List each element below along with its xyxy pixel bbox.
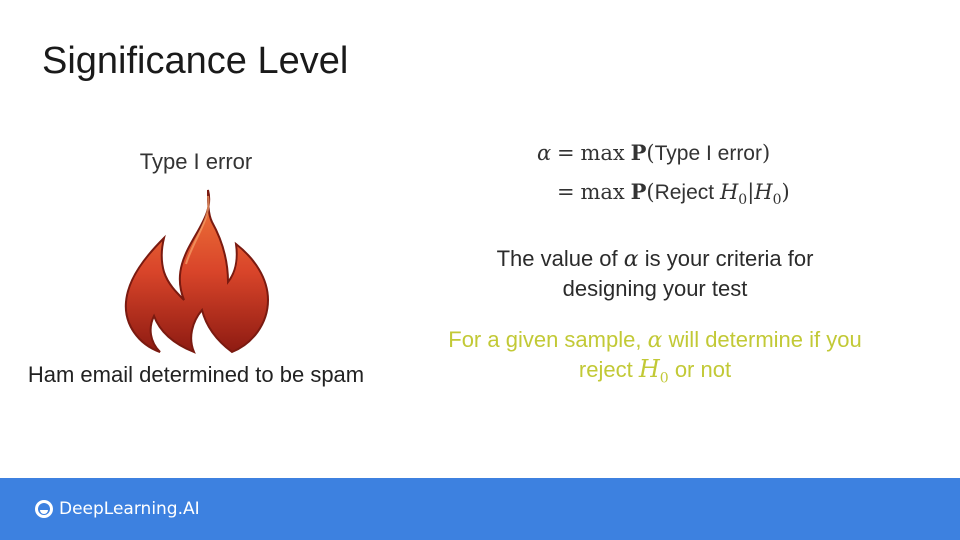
criteria-text: The value of α is your criteria for desi… — [420, 244, 890, 303]
hypothesis-subscript: 0 — [772, 192, 782, 209]
hypothesis-symbol: H — [719, 180, 739, 204]
hypothesis-symbol: H — [638, 355, 660, 383]
alpha-formula-line-2: = max P(Reject H0|H0) — [557, 179, 790, 208]
alpha-symbol: α — [623, 247, 639, 272]
sample-text-part: or not — [668, 357, 732, 382]
brand-name: DeepLearning.AI — [59, 499, 200, 519]
close-paren: ) — [761, 141, 771, 165]
close-paren: ) — [781, 180, 790, 204]
criteria-text-part: is your criteria for — [638, 246, 814, 271]
probability-symbol: P — [630, 140, 647, 165]
max-operator: max — [580, 141, 625, 165]
max-operator: max — [580, 180, 625, 204]
type-one-error-heading: Type I error — [139, 149, 253, 174]
equals-sign: = — [557, 180, 575, 204]
criteria-text-part: The value of — [496, 246, 624, 271]
sample-text-part: will determine if you — [662, 327, 862, 352]
sample-text-part: For a given sample, — [448, 327, 648, 352]
alpha-symbol: α — [647, 328, 663, 353]
fire-icon — [124, 189, 270, 354]
ham-email-caption: Ham email determined to be spam — [27, 362, 365, 387]
hypothesis-subscript: 0 — [659, 370, 669, 387]
criteria-text-part: designing your test — [562, 276, 748, 301]
slide: Significance Level Type I error Ham emai… — [0, 0, 960, 478]
alpha-symbol: α — [537, 141, 552, 165]
equals-sign: = — [557, 141, 575, 165]
hypothesis-symbol: H — [754, 180, 773, 204]
sample-text: For a given sample, α will determine if … — [420, 325, 890, 393]
deeplearning-logo-icon — [35, 500, 53, 518]
brand-logo: DeepLearning.AI — [34, 499, 200, 519]
footer-bar: DeepLearning.AI — [0, 478, 960, 540]
probability-symbol: P — [630, 179, 647, 204]
hypothesis-subscript: 0 — [738, 192, 748, 209]
formula-text: Reject — [654, 181, 720, 204]
formula-text: Type I error — [654, 142, 762, 165]
sample-text-part: reject — [578, 357, 639, 382]
slide-title: Significance Level — [42, 40, 349, 82]
alpha-formula-line-1: α = max P(Type I error) — [537, 140, 770, 166]
open-paren: ( — [646, 180, 655, 204]
open-paren: ( — [646, 141, 655, 165]
